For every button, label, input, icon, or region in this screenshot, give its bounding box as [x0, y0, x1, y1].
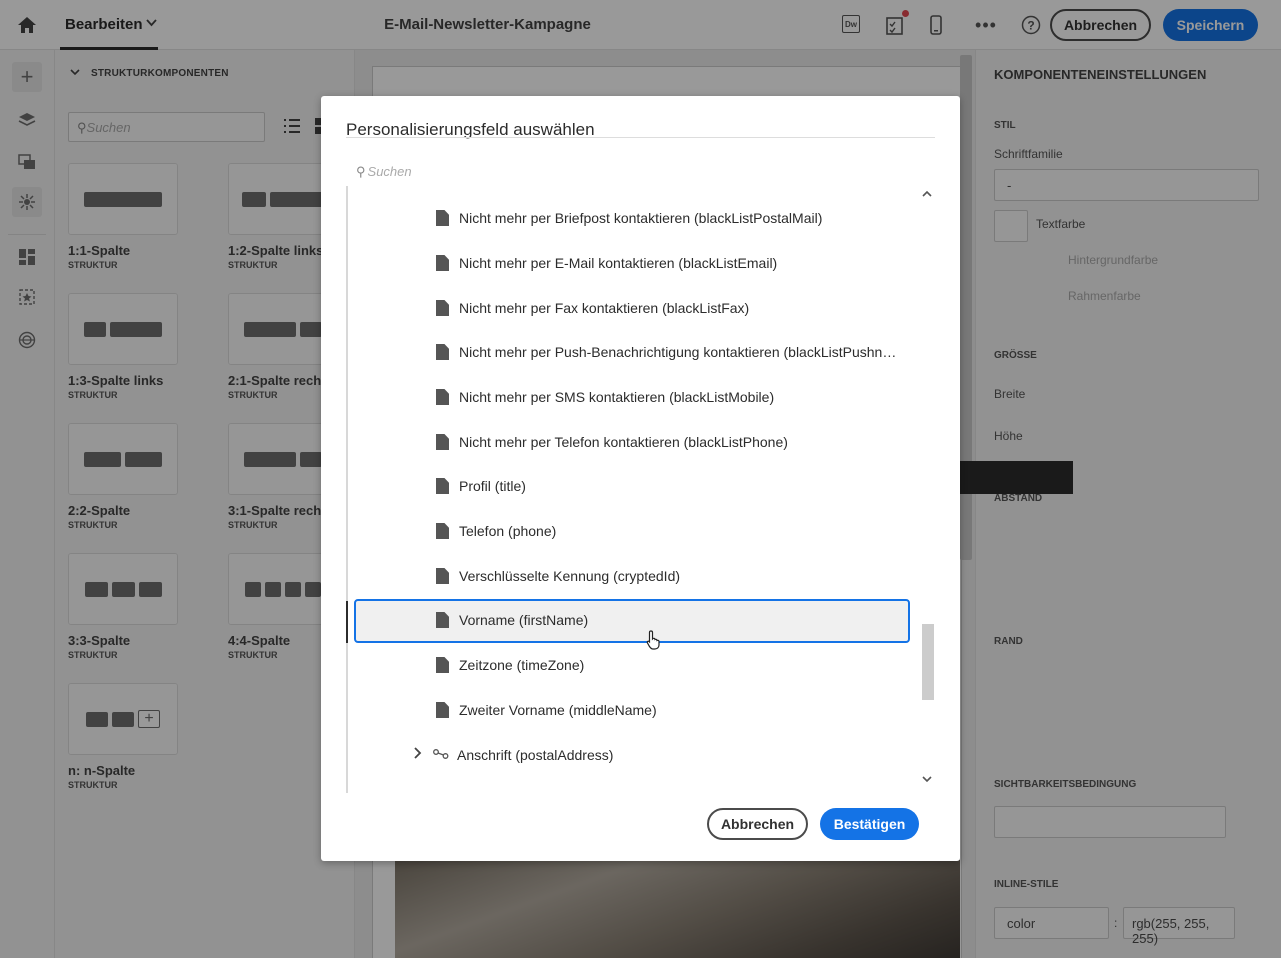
document-icon: [436, 344, 449, 360]
list-scrollbar[interactable]: [921, 186, 935, 793]
list-item-label: Nicht mehr per Fax kontaktieren (blackLi…: [459, 300, 750, 316]
tree-guide-line: [346, 186, 348, 793]
document-icon: [436, 255, 449, 271]
list-item-label: Anschrift (postalAddress): [457, 747, 614, 763]
tree-group-item[interactable]: Anschrift (postalAddress): [354, 734, 910, 778]
list-item[interactable]: Verschlüsselte Kennung (cryptedId): [354, 555, 910, 599]
document-icon: [436, 434, 449, 450]
document-icon: [436, 657, 449, 673]
confirm-button[interactable]: Bestätigen: [820, 808, 919, 840]
document-icon: [436, 389, 449, 405]
list-item[interactable]: Nicht mehr per Fax kontaktieren (blackLi…: [354, 287, 910, 331]
list-item[interactable]: Telefon (phone): [354, 510, 910, 554]
document-icon: [436, 210, 449, 226]
chevron-down-icon[interactable]: [922, 774, 932, 786]
document-icon: [436, 300, 449, 316]
list-item[interactable]: Nicht mehr per E-Mail kontaktieren (blac…: [354, 242, 910, 286]
list-item-label: Nicht mehr per Push-Benachrichtigung kon…: [459, 344, 904, 360]
list-item-label: Zweiter Vorname (middleName): [459, 702, 657, 718]
document-icon: [436, 702, 449, 718]
list-item[interactable]: Zweiter Vorname (middleName): [354, 689, 910, 733]
list-item[interactable]: Zeitzone (timeZone): [354, 644, 910, 688]
document-icon: [436, 478, 449, 494]
list-item-label: Telefon (phone): [459, 523, 557, 539]
search-icon: ⚲: [356, 164, 366, 179]
list-item-label: Profil (title): [459, 478, 526, 494]
document-icon: [436, 612, 449, 628]
chevron-up-icon[interactable]: [922, 188, 932, 200]
pointer-cursor-icon: [646, 630, 662, 656]
dialog-search-placeholder: Suchen: [367, 164, 412, 179]
document-icon: [436, 568, 449, 584]
chevron-right-icon[interactable]: [414, 746, 422, 762]
dialog-search-input[interactable]: ⚲ Suchen: [356, 164, 412, 180]
list-item-label: Nicht mehr per Telefon kontaktieren (bla…: [459, 434, 788, 450]
list-item[interactable]: Nicht mehr per Push-Benachrichtigung kon…: [354, 331, 910, 375]
cancel-button[interactable]: Abbrechen: [707, 808, 808, 840]
list-item[interactable]: Nicht mehr per Telefon kontaktieren (bla…: [354, 421, 910, 465]
scrollbar-thumb[interactable]: [922, 624, 934, 700]
list-item-label: Vorname (firstName): [459, 612, 589, 628]
list-item-label: Nicht mehr per E-Mail kontaktieren (blac…: [459, 255, 778, 271]
field-tree-list: Nicht mehr per Briefpost kontaktieren (b…: [346, 186, 935, 793]
list-item-label: Verschlüsselte Kennung (cryptedId): [459, 568, 681, 584]
document-icon: [436, 523, 449, 539]
list-item-label: Nicht mehr per SMS kontaktieren (blackLi…: [459, 389, 775, 405]
list-item[interactable]: Profil (title): [354, 465, 910, 509]
list-item-label: Zeitzone (timeZone): [459, 657, 585, 673]
list-item[interactable]: Nicht mehr per Briefpost kontaktieren (b…: [354, 197, 910, 241]
selection-marker: [346, 601, 348, 643]
personalization-field-dialog: Personalisierungsfeld auswählen ⚲ Suchen …: [321, 96, 960, 861]
list-item-selected[interactable]: Vorname (firstName): [354, 599, 910, 643]
list-item[interactable]: Nicht mehr per SMS kontaktieren (blackLi…: [354, 376, 910, 420]
list-item-label: Nicht mehr per Briefpost kontaktieren (b…: [459, 210, 823, 226]
link-icon: [433, 747, 449, 762]
dialog-title-divider: [346, 137, 935, 138]
